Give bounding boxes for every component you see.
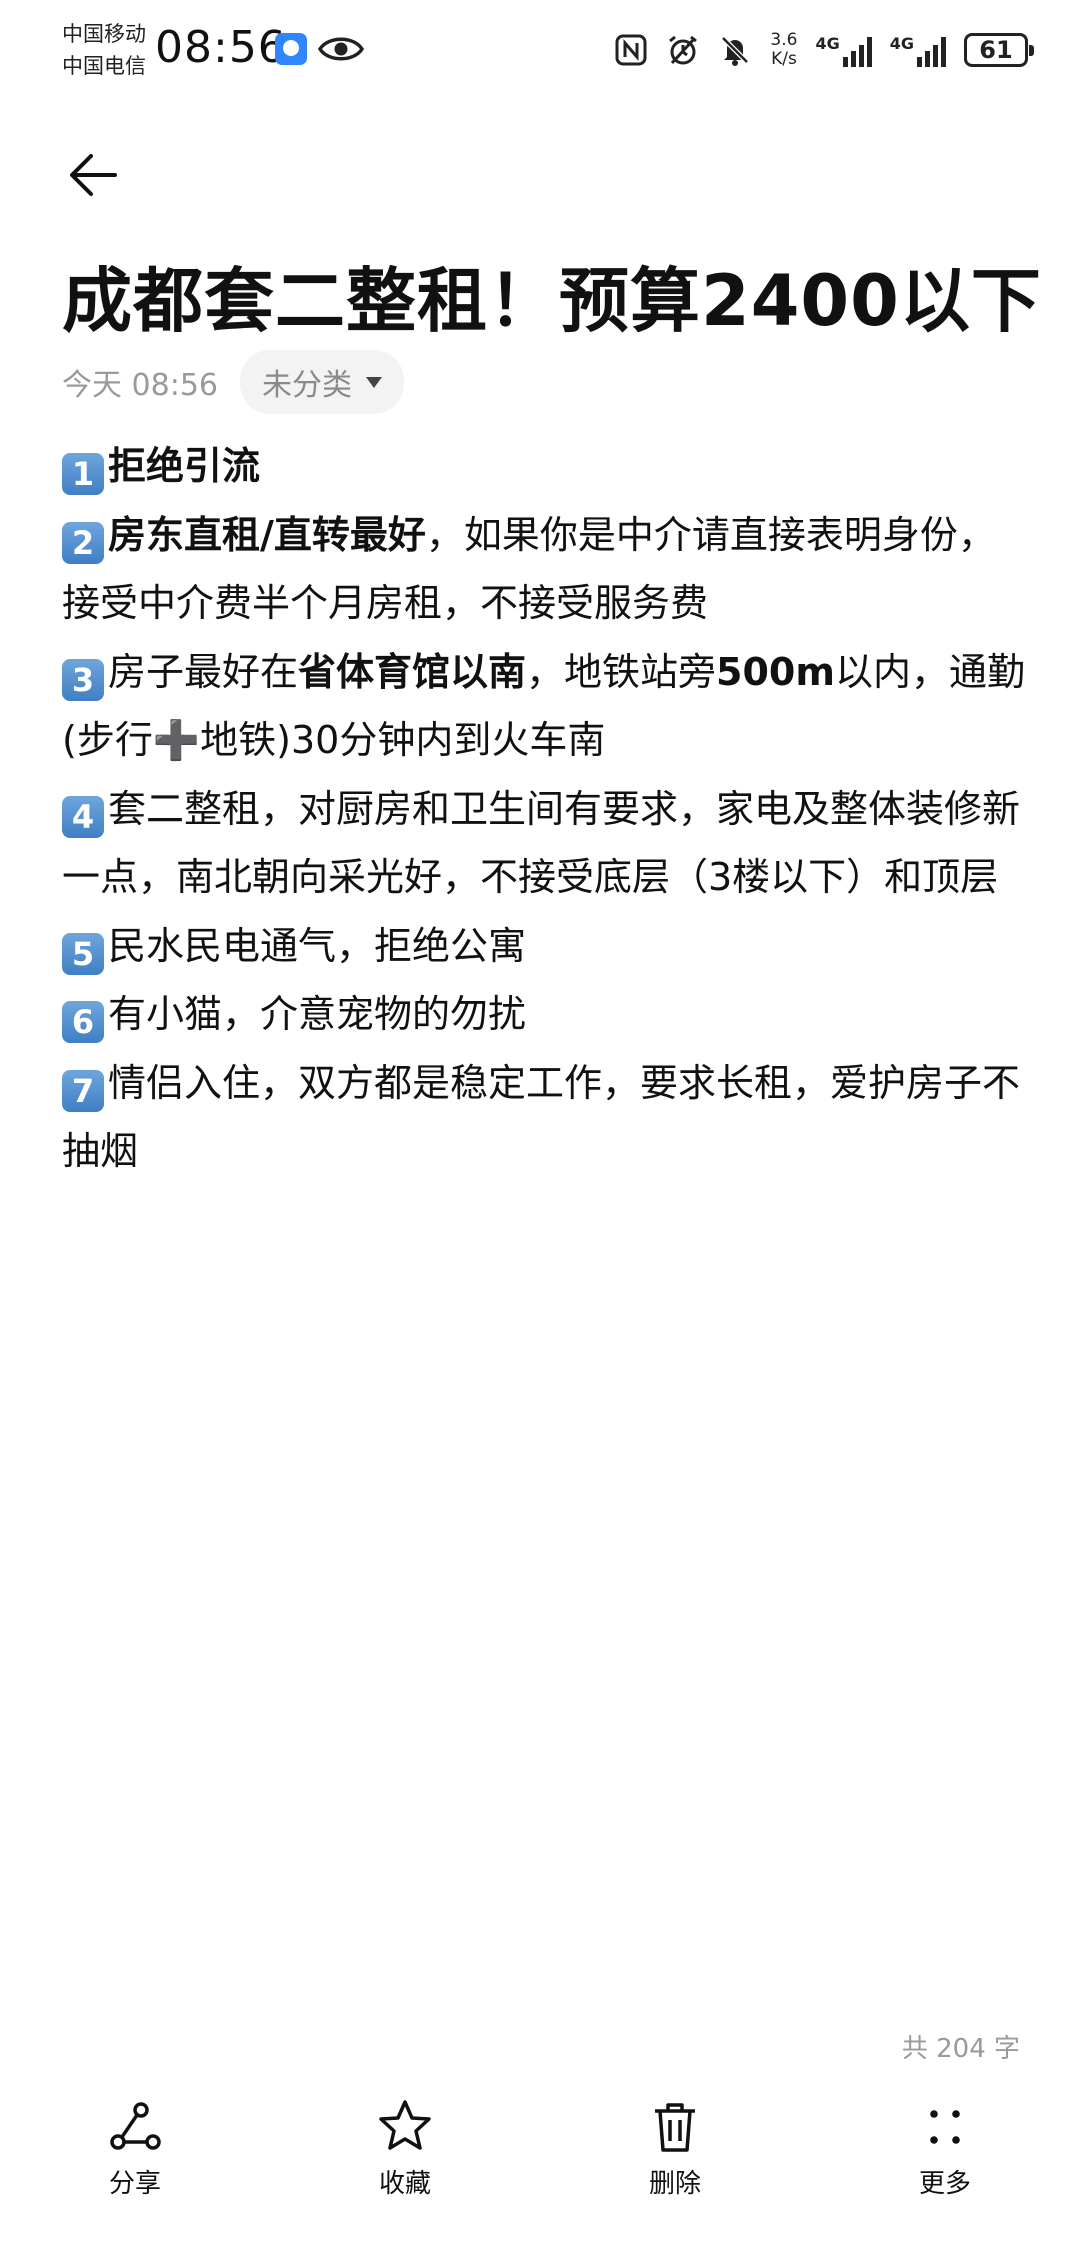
number-badge-icon: 2 bbox=[62, 521, 104, 564]
network-speed-value: 3.6 bbox=[770, 30, 798, 50]
item-bold-text: 500m bbox=[716, 649, 835, 694]
item-bold-text: 拒绝引流 bbox=[108, 444, 261, 488]
number-badge-icon: 7 bbox=[62, 1069, 104, 1112]
star-icon bbox=[379, 2100, 431, 2150]
favorite-label: 收藏 bbox=[378, 2169, 431, 2199]
item-text: 有小猫，介意宠物的勿扰 bbox=[108, 992, 527, 1036]
more-label: 更多 bbox=[918, 2169, 971, 2199]
item-bold-text: 房东直租/直转最好 bbox=[108, 512, 426, 557]
item-text: 房子最好在 bbox=[108, 649, 299, 694]
network-speed: 3.6 K/s bbox=[770, 31, 797, 69]
network-type-2: 4G bbox=[889, 33, 914, 53]
list-item: 7 情侣入住，双方都是稳定工作，要求长租，爱护房子不抽烟 bbox=[62, 1049, 1032, 1186]
word-count: 共 204 字 bbox=[901, 2034, 1020, 2064]
app-notification-icon bbox=[275, 33, 307, 65]
more-icon bbox=[930, 2110, 960, 2144]
item-text: 情侣入住，双方都是稳定工作，要求长租，爱护房子不抽烟 bbox=[62, 1060, 1021, 1174]
signal-1: 4G bbox=[815, 33, 872, 67]
list-item: 4 套二整租，对厨房和卫生间有要求，家电及整体装修新一点，南北朝向采光好，不接受底… bbox=[62, 775, 1032, 912]
list-item: 1 拒绝引流 bbox=[62, 432, 1032, 501]
carrier-1: 中国移动 bbox=[62, 22, 146, 46]
signal-bars-2-icon bbox=[917, 36, 946, 67]
trash-icon bbox=[655, 2103, 695, 2152]
category-label: 未分类 bbox=[262, 368, 352, 403]
battery-indicator: 61 bbox=[964, 33, 1034, 67]
chevron-down-icon bbox=[366, 376, 382, 388]
list-item: 3 房子最好在省体育馆以南，地铁站旁500m以内，通勤(步行➕地铁)30分钟内到火… bbox=[62, 638, 1032, 775]
note-date: 今天 08:56 bbox=[62, 368, 218, 403]
list-item: 2 房东直租/直转最好，如果你是中介请直接表明身份，接受中介费半个月房租，不接受服… bbox=[62, 501, 1032, 638]
number-badge-icon: 6 bbox=[62, 1001, 104, 1044]
status-icons: 3.6 K/s 4G 4G 61 bbox=[614, 28, 1034, 72]
share-icon bbox=[110, 2102, 161, 2150]
status-time: 08:56 bbox=[155, 22, 287, 73]
category-dropdown[interactable]: 未分类 bbox=[240, 350, 404, 414]
item-text: ，地铁站旁 bbox=[526, 649, 717, 694]
list-item: 6 有小猫，介意宠物的勿扰 bbox=[62, 980, 1032, 1049]
number-badge-icon: 4 bbox=[62, 795, 104, 838]
network-speed-unit: K/s bbox=[771, 49, 797, 69]
favorite-button[interactable]: 收藏 bbox=[270, 2085, 540, 2235]
carrier-info: 中国移动 中国电信 bbox=[62, 18, 146, 82]
signal-2: 4G bbox=[890, 34, 946, 67]
list-item: 5 民水民电通气，拒绝公寓 bbox=[62, 912, 1032, 981]
status-bar: 中国移动 中国电信 08:56 3.6 K/s 4G 4G 61 bbox=[0, 0, 1080, 100]
signal-bars-1-icon bbox=[842, 36, 872, 67]
delete-label: 删除 bbox=[648, 2169, 701, 2199]
bottom-toolbar: 分享 收藏 删除 更多 bbox=[0, 2085, 1080, 2235]
delete-button[interactable]: 删除 bbox=[540, 2085, 810, 2235]
note-meta: 今天 08:56 未分类 bbox=[62, 350, 404, 414]
back-button[interactable] bbox=[58, 140, 128, 210]
carrier-2: 中国电信 bbox=[62, 54, 146, 78]
item-text: 民水民电通气，拒绝公寓 bbox=[108, 923, 527, 968]
eye-icon bbox=[318, 37, 364, 61]
nfc-icon bbox=[615, 34, 647, 66]
more-button[interactable]: 更多 bbox=[810, 2085, 1080, 2235]
share-button[interactable]: 分享 bbox=[0, 2085, 270, 2235]
item-text: 套二整租，对厨房和卫生间有要求，家电及整体装修新一点，南北朝向采光好，不接受底层… bbox=[62, 786, 1021, 900]
mute-icon bbox=[721, 36, 750, 66]
note-title[interactable]: 成都套二整租！预算2400以下 bbox=[62, 245, 1042, 346]
share-label: 分享 bbox=[108, 2169, 161, 2199]
note-body[interactable]: 1 拒绝引流 2 房东直租/直转最好，如果你是中介请直接表明身份，接受中介费半个月房… bbox=[62, 432, 1032, 1186]
number-badge-icon: 5 bbox=[62, 932, 104, 975]
back-arrow-icon bbox=[70, 154, 117, 196]
alarm-icon bbox=[669, 35, 698, 65]
number-badge-icon: 3 bbox=[62, 658, 104, 701]
number-badge-icon: 1 bbox=[62, 453, 104, 496]
item-bold-text: 省体育馆以南 bbox=[298, 649, 527, 694]
network-type-1: 4G bbox=[815, 33, 840, 53]
